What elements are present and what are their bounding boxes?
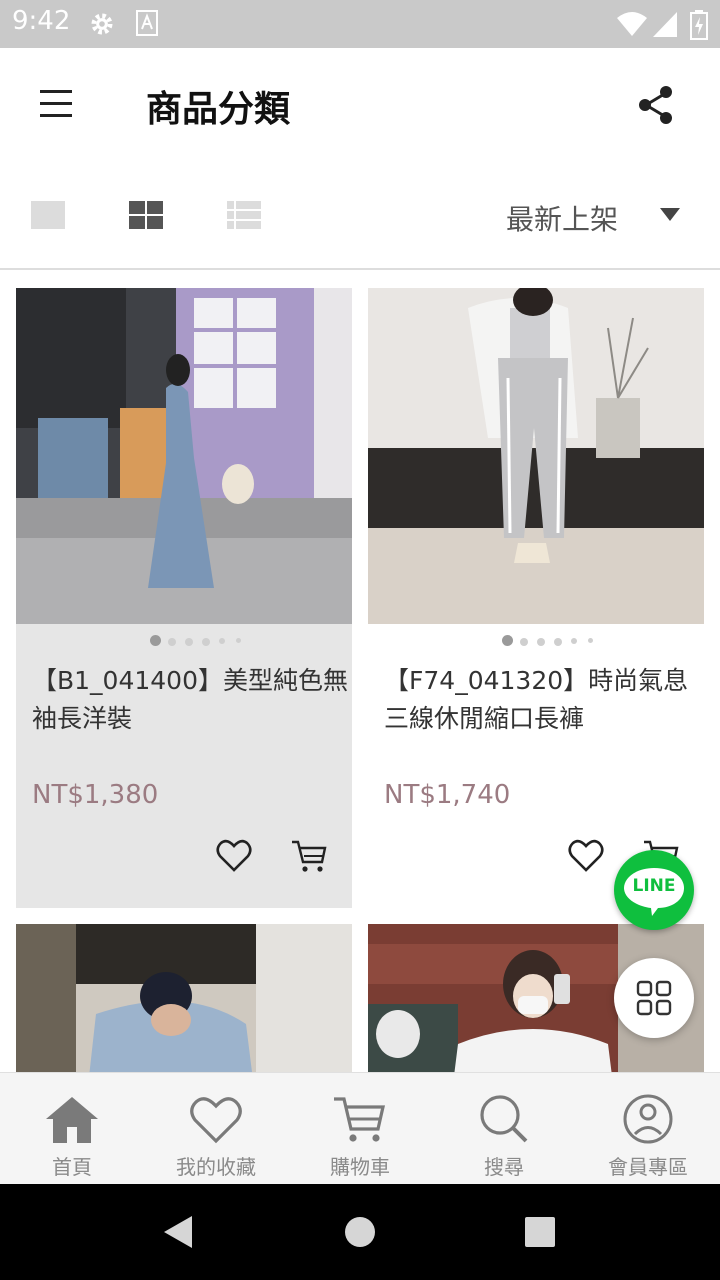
pants-photo [368, 288, 704, 624]
nav-search[interactable]: 搜尋 [432, 1073, 576, 1185]
nav-label: 搜尋 [484, 1155, 524, 1179]
pagination-dot [219, 638, 225, 644]
battery-icon [690, 10, 708, 40]
system-navigation-bar [0, 1184, 720, 1280]
pagination-dot [588, 638, 593, 643]
pagination-dot [150, 635, 161, 646]
product-info: 【B1_041400】美型純色無袖長洋裝 NT$1,380 [16, 624, 352, 908]
grid-view-icon [129, 201, 163, 229]
back-icon[interactable] [162, 1214, 194, 1250]
pagination-dot [185, 638, 193, 646]
product-name[interactable]: 【F74_041320】時尚氣息三線休閒縮口長褲 [384, 662, 702, 738]
add-to-favorites-button[interactable] [216, 838, 252, 874]
pagination-dot [502, 635, 513, 646]
nav-label: 首頁 [52, 1155, 92, 1179]
heart-icon [216, 839, 252, 872]
category-menu-button[interactable] [614, 958, 694, 1038]
status-bar: 9:42 [0, 0, 720, 48]
bottom-navigation: 首頁 我的收藏 購物車 搜尋 會員專區 [0, 1072, 720, 1184]
wifi-icon [617, 12, 647, 36]
product-name[interactable]: 【B1_041400】美型純色無袖長洋裝 [32, 662, 350, 738]
product-image[interactable] [16, 924, 352, 1072]
heart-icon [568, 839, 604, 872]
home-icon [46, 1097, 98, 1143]
single-view-button[interactable] [30, 200, 70, 234]
cart-icon [292, 840, 327, 872]
recents-icon[interactable] [524, 1216, 556, 1248]
home-circle-icon[interactable] [344, 1216, 376, 1248]
product-card[interactable] [16, 924, 352, 1072]
nav-label: 我的收藏 [176, 1155, 256, 1179]
pagination-dot [571, 638, 577, 644]
list-view-icon [227, 201, 261, 229]
user-icon [623, 1094, 673, 1144]
app-bar: 商品分類 [0, 48, 720, 160]
product-price: NT$1,380 [32, 780, 159, 810]
search-icon [480, 1095, 528, 1143]
heart-icon [190, 1097, 242, 1144]
product-image[interactable] [16, 288, 352, 624]
pagination-dot [168, 638, 176, 646]
share-icon [639, 86, 672, 124]
product-card[interactable]: 【F74_041320】時尚氣息三線休閒縮口長褲 NT$1,740 [368, 288, 704, 908]
product-grid: 【B1_041400】美型純色無袖長洋裝 NT$1,380 【F74_04132… [0, 272, 720, 1072]
denim-top-photo [16, 924, 352, 1072]
sort-select[interactable]: 最新上架 [506, 198, 618, 238]
product-image[interactable] [368, 288, 704, 624]
nav-label: 購物車 [330, 1155, 390, 1179]
nav-cart[interactable]: 購物車 [288, 1073, 432, 1185]
single-view-icon [31, 201, 65, 229]
dress-photo [16, 288, 352, 624]
nav-favorites[interactable]: 我的收藏 [144, 1073, 288, 1185]
status-time: 9:42 [12, 6, 71, 36]
add-to-favorites-button[interactable] [568, 838, 604, 874]
grid-menu-icon [636, 980, 672, 1016]
menu-button[interactable] [28, 78, 84, 130]
hamburger-menu-icon [40, 90, 72, 117]
cart-icon [334, 1097, 386, 1142]
pagination-dot [236, 638, 241, 643]
pagination-dot [202, 638, 210, 646]
page-title: 商品分類 [146, 89, 291, 130]
font-icon [136, 10, 158, 36]
pagination-dot [554, 638, 562, 646]
add-to-cart-button[interactable] [290, 838, 328, 874]
line-label: LINE [632, 876, 676, 896]
product-card[interactable]: 【B1_041400】美型純色無袖長洋裝 NT$1,380 [16, 288, 352, 908]
nav-home[interactable]: 首頁 [0, 1073, 144, 1185]
list-view-button[interactable] [226, 200, 266, 234]
settings-icon [91, 13, 113, 35]
product-price: NT$1,740 [384, 780, 511, 810]
dropdown-arrow-icon[interactable] [660, 208, 680, 221]
pagination-dot [537, 638, 545, 646]
pagination-dot [520, 638, 528, 646]
grid-view-button[interactable] [128, 200, 168, 234]
share-button[interactable] [630, 78, 684, 132]
signal-icon [653, 12, 677, 37]
nav-label: 會員專區 [608, 1155, 688, 1179]
view-toolbar: 最新上架 [0, 160, 720, 270]
nav-member[interactable]: 會員專區 [576, 1073, 720, 1185]
line-chat-button[interactable]: LINE [614, 850, 694, 930]
